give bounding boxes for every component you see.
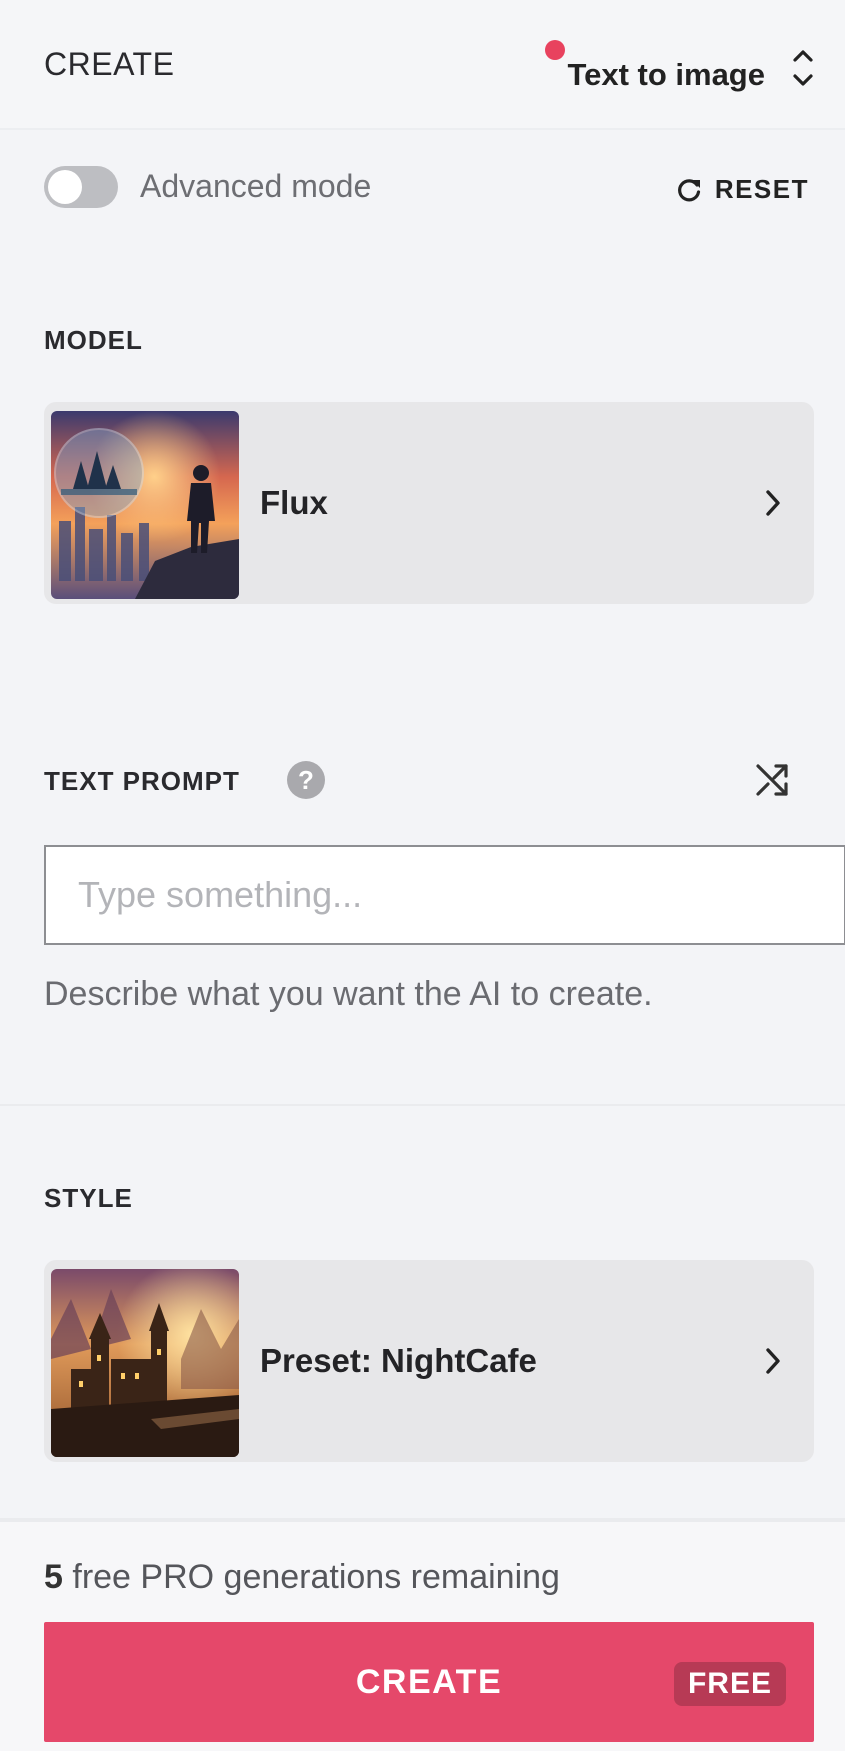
footer: 5 free PRO generations remaining CREATE … bbox=[0, 1522, 845, 1751]
create-button[interactable]: CREATE FREE bbox=[44, 1622, 814, 1742]
remaining-count: 5 bbox=[44, 1558, 63, 1596]
style-name: Preset: NightCafe bbox=[260, 1342, 537, 1379]
refresh-icon bbox=[677, 178, 700, 201]
advanced-mode-label: Advanced mode bbox=[140, 168, 372, 204]
advanced-mode-toggle[interactable] bbox=[44, 166, 118, 208]
free-badge: FREE bbox=[673, 1662, 786, 1706]
reset-button[interactable]: RESET bbox=[675, 174, 809, 205]
question-circle-icon[interactable]: ? bbox=[287, 761, 325, 799]
model-section-label: MODEL bbox=[44, 325, 143, 355]
section-divider bbox=[0, 1104, 845, 1106]
remaining-generations: 5 free PRO generations remaining bbox=[44, 1558, 560, 1597]
style-thumbnail bbox=[51, 1269, 239, 1457]
chevron-right-icon bbox=[766, 1348, 780, 1374]
top-bar: CREATE Text to image bbox=[0, 0, 845, 130]
model-name: Flux bbox=[260, 484, 328, 521]
mode-selector[interactable]: Text to image bbox=[545, 40, 815, 96]
settings-row: Advanced mode RESET bbox=[0, 150, 845, 230]
chevron-up-down-icon bbox=[793, 50, 813, 86]
text-prompt-input[interactable] bbox=[44, 845, 845, 945]
text-prompt-section-label: TEXT PROMPT bbox=[44, 766, 240, 796]
remaining-text: free PRO generations remaining bbox=[72, 1558, 560, 1596]
model-card[interactable]: Flux bbox=[44, 402, 814, 604]
mode-selector-label: Text to image bbox=[567, 57, 765, 92]
prompt-helper-text: Describe what you want the AI to create. bbox=[44, 975, 653, 1013]
shuffle-icon[interactable] bbox=[752, 760, 792, 800]
model-thumbnail bbox=[51, 411, 239, 599]
notification-dot bbox=[545, 40, 566, 60]
chevron-right-icon bbox=[766, 490, 780, 516]
reset-label: RESET bbox=[714, 174, 809, 204]
style-card[interactable]: Preset: NightCafe bbox=[44, 1260, 814, 1462]
style-section-label: STYLE bbox=[44, 1183, 133, 1213]
toggle-knob bbox=[48, 170, 82, 204]
page-title: CREATE bbox=[44, 46, 175, 82]
